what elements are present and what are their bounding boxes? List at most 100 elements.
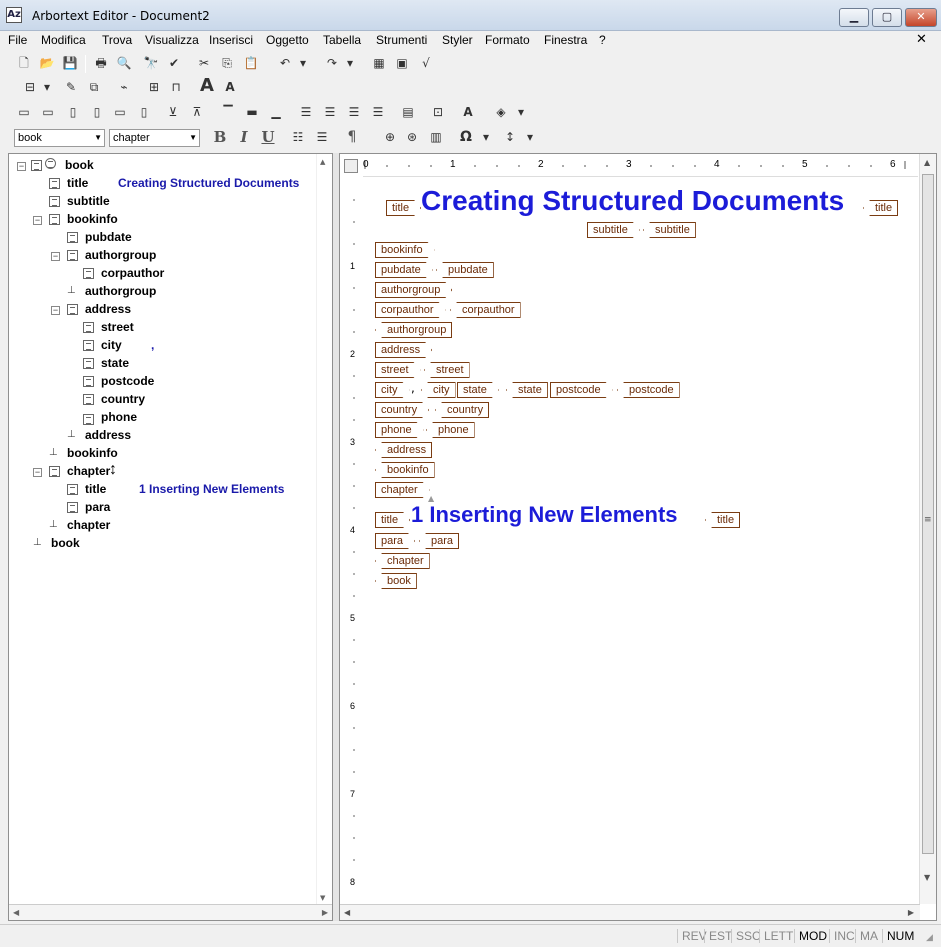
check-completeness-icon[interactable]: ⌁: [114, 78, 134, 97]
menu-formato[interactable]: Formato: [485, 33, 530, 47]
collapse-icon[interactable]: −: [51, 252, 60, 261]
modify-attributes-icon[interactable]: ⊞: [144, 78, 164, 97]
tag-title-start[interactable]: title: [386, 200, 421, 216]
tag-street-start[interactable]: street: [375, 362, 421, 378]
fill-color-dropdown-icon[interactable]: ▾: [515, 103, 527, 122]
table-delete-col-icon[interactable]: ▯: [134, 103, 154, 122]
resize-grip-icon[interactable]: ◢: [926, 933, 933, 943]
redo-icon[interactable]: ↷: [322, 54, 342, 73]
tag-pubdate-end[interactable]: pubdate: [436, 262, 494, 278]
menu-strumenti[interactable]: Strumenti: [376, 33, 427, 47]
cell-properties-icon[interactable]: ▤: [398, 103, 418, 122]
tag-pubdate-start[interactable]: pubdate: [375, 262, 433, 278]
tag-street-end[interactable]: street: [424, 362, 470, 378]
document-title[interactable]: Creating Structured Documents: [421, 185, 844, 217]
scroll-left-icon[interactable]: ◀: [13, 908, 19, 917]
close-document-icon[interactable]: ✕: [916, 32, 927, 47]
context-combo[interactable]: chapter ▼: [109, 129, 200, 147]
collapse-icon[interactable]: −: [33, 468, 42, 477]
tag-corpauthor-start[interactable]: corpauthor: [375, 302, 446, 318]
tag-para-end[interactable]: para: [419, 533, 460, 549]
tag-chapter-title-start[interactable]: title: [375, 512, 410, 528]
editor-vertical-scrollbar[interactable]: ▲ ≡ ▼: [919, 154, 936, 904]
undo-icon[interactable]: ↶: [275, 54, 295, 73]
document-canvas[interactable]: title Creating Structured Documents titl…: [365, 178, 918, 900]
numbered-list-icon[interactable]: ☷: [288, 128, 308, 147]
redo-dropdown-icon[interactable]: ▾: [344, 54, 356, 73]
tag-country-start[interactable]: country: [375, 402, 429, 418]
tag-book-end[interactable]: book: [375, 573, 417, 589]
align-right-icon[interactable]: ☰: [344, 103, 364, 122]
graphic-icon[interactable]: ▣: [392, 54, 412, 73]
table-row-icon[interactable]: ▭: [14, 103, 34, 122]
equation-icon[interactable]: √: [416, 54, 436, 73]
tag-postcode-start[interactable]: postcode: [550, 382, 613, 398]
element-combo[interactable]: book ▼: [14, 129, 105, 147]
chapter-title[interactable]: 1 Inserting New Elements: [411, 502, 678, 528]
tag-chapter-start[interactable]: chapter: [375, 482, 430, 498]
menu-tabella[interactable]: Tabella: [323, 33, 361, 47]
tag-address-start[interactable]: address: [375, 342, 432, 358]
increase-font-icon[interactable]: A: [197, 76, 217, 95]
align-left-icon[interactable]: ☰: [296, 103, 316, 122]
open-folder-icon[interactable]: 📂: [37, 54, 57, 73]
menu-finestra[interactable]: Finestra: [544, 33, 587, 47]
copy-icon[interactable]: ⎘: [217, 54, 237, 73]
scroll-down-icon[interactable]: ▼: [320, 894, 325, 902]
tag-bookinfo-end[interactable]: bookinfo: [375, 462, 435, 478]
table-merge-icon[interactable]: ⊻: [163, 103, 183, 122]
menu-oggetto[interactable]: Oggetto: [266, 33, 309, 47]
table-icon[interactable]: ▦: [369, 54, 389, 73]
ruler-corner-icon[interactable]: [344, 159, 358, 173]
tag-subtitle-end[interactable]: subtitle: [643, 222, 696, 238]
decrease-font-icon[interactable]: A: [220, 78, 240, 97]
justify-icon[interactable]: ☰: [368, 103, 388, 122]
table-props-icon[interactable]: ⊡: [428, 103, 448, 122]
menu-inserisci[interactable]: Inserisci: [209, 33, 253, 47]
cut-icon[interactable]: ✂: [194, 54, 214, 73]
align-middle-icon[interactable]: ▬: [242, 103, 262, 122]
menu-visualizza[interactable]: Visualizza: [145, 33, 199, 47]
scroll-right-icon[interactable]: ▶: [322, 908, 328, 917]
font-style-icon[interactable]: A: [458, 103, 478, 122]
print-preview-icon[interactable]: 🔍: [114, 54, 134, 73]
split-element-icon[interactable]: ⊓: [166, 78, 186, 97]
change-markup-icon[interactable]: ⧉: [84, 78, 104, 97]
table-split-icon[interactable]: ⊼: [187, 103, 207, 122]
left-horizontal-scrollbar[interactable]: ◀ ▶: [9, 904, 332, 920]
table-col-icon[interactable]: ▯: [63, 103, 83, 122]
scroll-thumb[interactable]: ≡: [922, 174, 934, 854]
underline-button[interactable]: U: [258, 128, 278, 147]
tag-authorgroup-start[interactable]: authorgroup: [375, 282, 452, 298]
tag-chapter-title-end[interactable]: title: [705, 512, 741, 528]
tag-authorgroup-end[interactable]: authorgroup: [375, 322, 453, 338]
collapse-icon[interactable]: −: [17, 162, 26, 171]
scroll-right-icon[interactable]: ▶: [908, 908, 914, 917]
tag-para-start[interactable]: para: [375, 533, 415, 549]
align-bottom-icon[interactable]: ▁: [266, 103, 286, 122]
edit-markup-icon[interactable]: ✎: [61, 78, 81, 97]
tag-state-end[interactable]: state: [506, 382, 548, 398]
tag-phone-start[interactable]: phone: [375, 422, 424, 438]
editor-horizontal-scrollbar[interactable]: ◀ ▶: [340, 904, 920, 920]
tag-title-end[interactable]: title: [863, 200, 899, 216]
tag-bookinfo-start[interactable]: bookinfo: [375, 242, 435, 258]
tag-postcode-end[interactable]: postcode: [617, 382, 680, 398]
menu-file[interactable]: File: [8, 33, 27, 47]
tag-country-end[interactable]: country: [435, 402, 490, 418]
line-spacing-dropdown-icon[interactable]: ▾: [524, 128, 536, 147]
menu-help[interactable]: ?: [599, 33, 606, 47]
save-icon[interactable]: 💾: [60, 54, 80, 73]
tag-subtitle-start[interactable]: subtitle: [587, 222, 640, 238]
insert-markup-dropdown-icon[interactable]: ▾: [41, 78, 53, 97]
table-col-insert-icon[interactable]: ▯: [87, 103, 107, 122]
align-top-icon[interactable]: ▔: [218, 103, 238, 122]
footnote-icon[interactable]: ▥: [426, 128, 446, 147]
tag-corpauthor-end[interactable]: corpauthor: [450, 302, 521, 318]
xref-icon[interactable]: ⊕: [380, 128, 400, 147]
scroll-up-icon[interactable]: ▲: [320, 158, 325, 166]
tag-phone-end[interactable]: phone: [426, 422, 475, 438]
tag-state-start[interactable]: state: [457, 382, 499, 398]
maximize-button[interactable]: ▢: [872, 8, 902, 27]
fill-color-icon[interactable]: ◈: [491, 103, 511, 122]
